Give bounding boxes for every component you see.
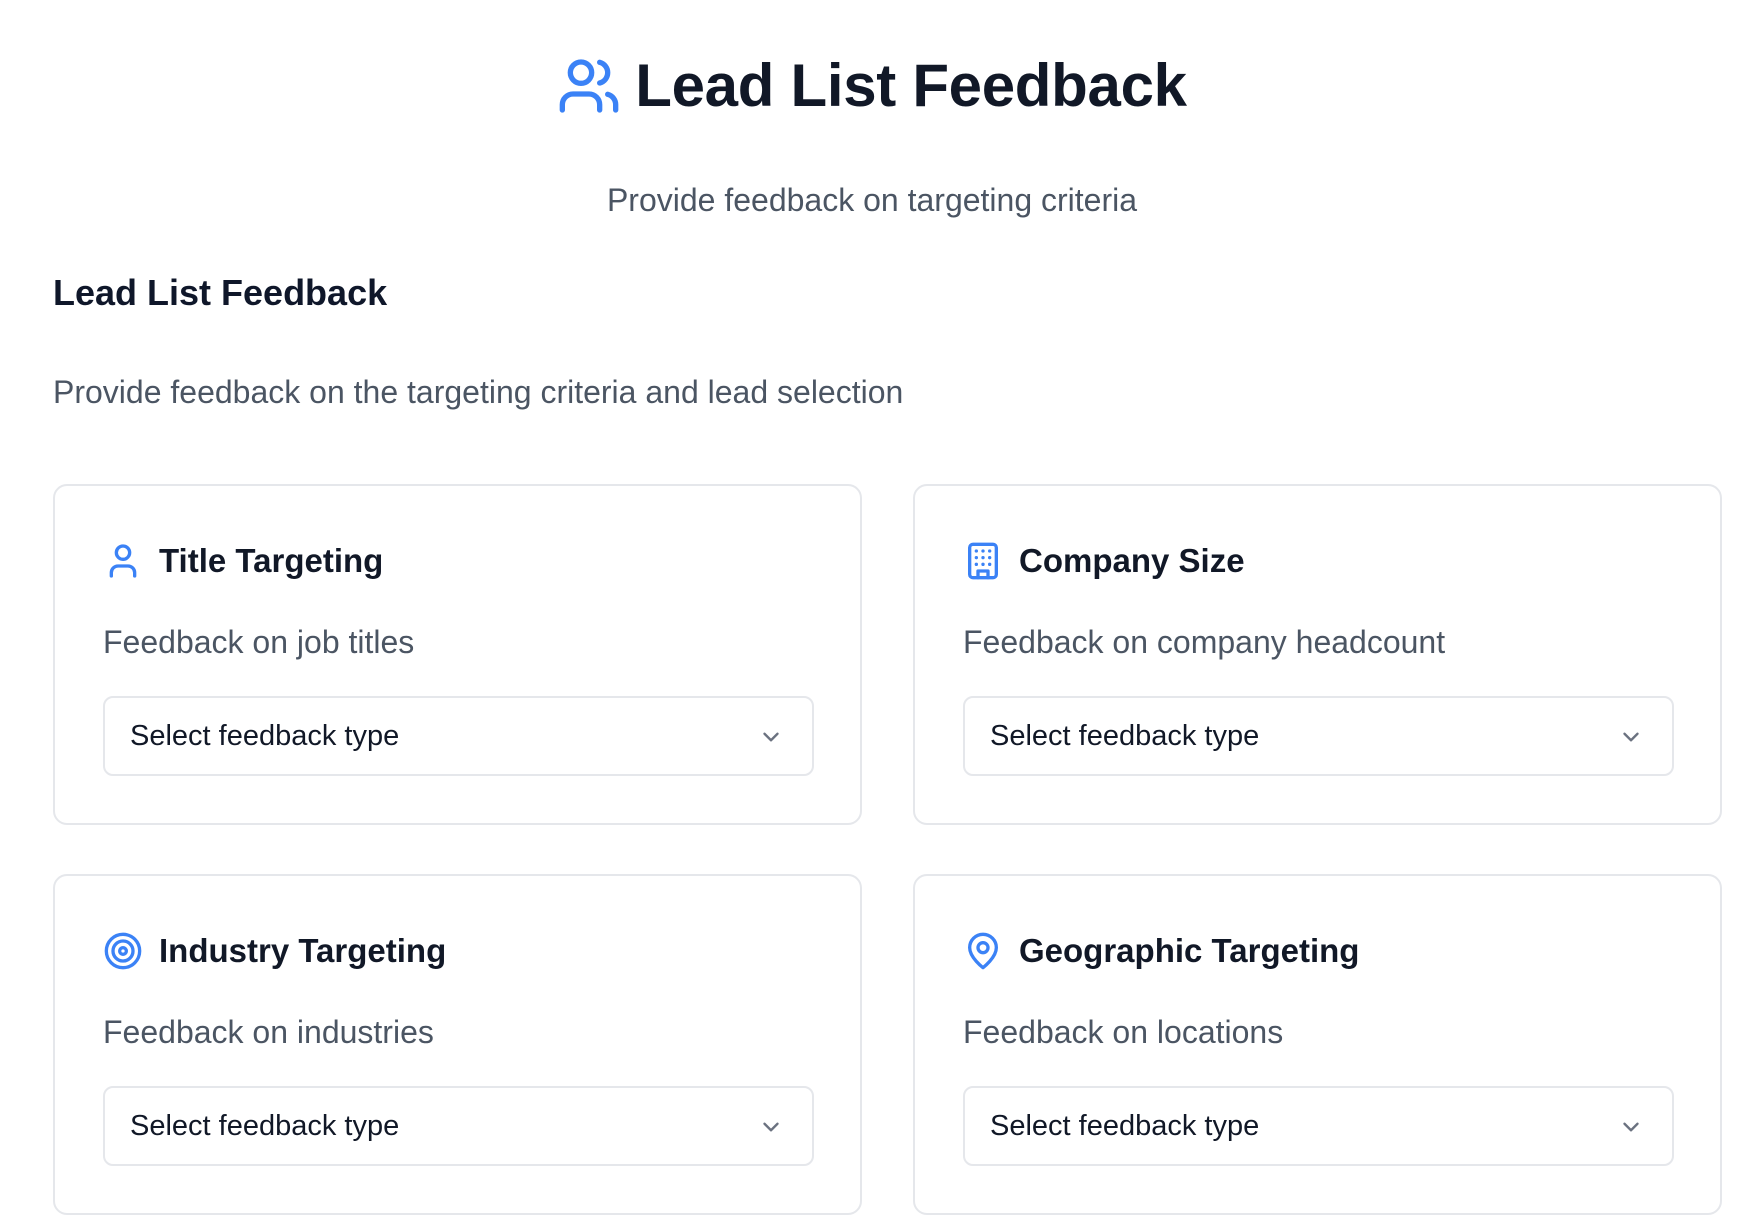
target-icon [103,931,143,971]
card-company-size: Company Size Feedback on company headcou… [913,484,1722,825]
select-value: Select feedback type [990,1109,1260,1142]
chevron-down-icon [1618,1114,1644,1140]
chevron-down-icon [758,724,784,750]
chevron-down-icon [758,1114,784,1140]
feedback-type-select-industry[interactable]: Select feedback type [103,1086,814,1166]
user-icon [103,541,143,581]
card-header: Industry Targeting [103,926,446,976]
card-description: Feedback on locations [963,1014,1284,1050]
select-value: Select feedback type [130,719,400,752]
card-description: Feedback on industries [103,1014,434,1050]
section-description: Provide feedback on the targeting criter… [53,374,904,410]
card-description: Feedback on job titles [103,624,415,660]
select-value: Select feedback type [130,1109,400,1142]
card-geographic-targeting: Geographic Targeting Feedback on locatio… [913,874,1722,1215]
map-pin-icon [963,931,1003,971]
card-header: Title Targeting [103,536,383,586]
select-value: Select feedback type [990,719,1260,752]
card-title: Title Targeting [159,542,384,579]
title-row: Lead List Feedback [557,46,1187,126]
building-icon [963,541,1003,581]
card-description: Feedback on company headcount [963,624,1446,660]
card-header: Company Size [963,536,1245,586]
feedback-type-select-title[interactable]: Select feedback type [103,696,814,776]
feedback-type-select-geographic[interactable]: Select feedback type [963,1086,1674,1166]
page-title: Lead List Feedback [635,52,1187,119]
page-subtitle: Provide feedback on targeting criteria [606,182,1138,218]
section-title: Lead List Feedback [53,272,388,313]
chevron-down-icon [1618,724,1644,750]
users-icon [557,54,621,118]
card-title-targeting: Title Targeting Feedback on job titles S… [53,484,862,825]
card-industry-targeting: Industry Targeting Feedback on industrie… [53,874,862,1215]
page: Lead List Feedback Provide feedback on t… [0,0,1744,1228]
page-header: Lead List Feedback Provide feedback on t… [0,46,1744,220]
card-title: Company Size [1019,542,1245,579]
card-title: Geographic Targeting [1019,932,1360,969]
feedback-type-select-company-size[interactable]: Select feedback type [963,696,1674,776]
card-title: Industry Targeting [159,932,447,969]
card-header: Geographic Targeting [963,926,1359,976]
